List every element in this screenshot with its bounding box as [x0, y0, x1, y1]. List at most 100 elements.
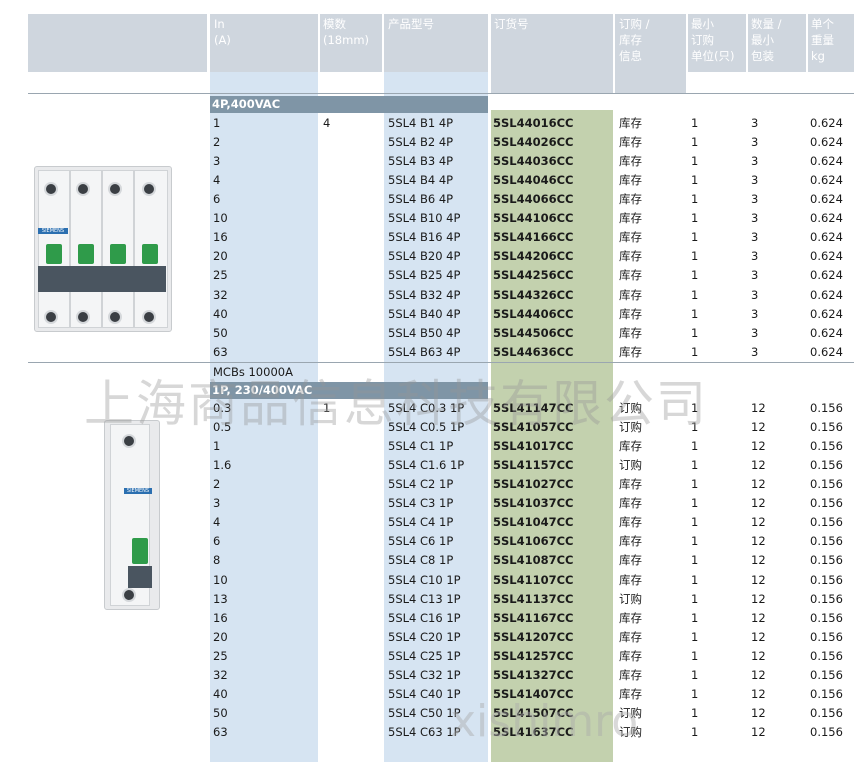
- cell-order-no: 5SL41157CC: [493, 458, 574, 473]
- cell-min-unit: 1: [691, 477, 699, 492]
- cell-in: 25: [213, 648, 228, 663]
- cell-status: 库存: [619, 686, 642, 701]
- cell-model: 5SL4 C4 1P: [388, 515, 454, 530]
- cell-in: 10: [213, 572, 228, 587]
- cell-weight: 0.156: [810, 439, 843, 454]
- cell-min-unit: 1: [691, 648, 699, 663]
- cell-weight: 0.624: [810, 192, 843, 207]
- cell-status: 订购: [619, 705, 642, 720]
- cell-min-unit: 1: [691, 610, 699, 625]
- cell-order-no: 5SL41167CC: [493, 610, 574, 625]
- cell-in: 0.5: [213, 420, 232, 435]
- cell-weight: 0.156: [810, 686, 843, 701]
- cell-in: 8: [213, 553, 221, 568]
- cell-min-unit: 1: [691, 705, 699, 720]
- siemens-brand-label-1p: SIEMENS: [124, 488, 152, 494]
- cell-weight: 0.156: [810, 401, 843, 415]
- cell-weight: 0.624: [810, 249, 843, 264]
- cell-min-unit: 1: [691, 116, 699, 130]
- cell-qty: 3: [751, 173, 759, 188]
- cell-order-no: 5SL41207CC: [493, 629, 574, 644]
- breaker-1p-image: SIEMENS: [104, 420, 160, 610]
- cell-min-unit: 1: [691, 496, 699, 511]
- cell-model: 5SL4 B16 4P: [388, 230, 461, 245]
- cell-status: 库存: [619, 211, 642, 226]
- cell-status: 库存: [619, 667, 642, 682]
- cell-modules: 4: [323, 116, 331, 130]
- cell-status: 库存: [619, 325, 642, 340]
- cell-order-no: 5SL44036CC: [493, 154, 574, 169]
- cell-in: 4: [213, 515, 221, 530]
- cell-min-unit: 1: [691, 249, 699, 264]
- cell-in: 32: [213, 667, 228, 682]
- cell-in: 4: [213, 173, 221, 188]
- cell-weight: 0.624: [810, 116, 843, 130]
- cell-qty: 12: [751, 401, 766, 415]
- cell-qty: 3: [751, 249, 759, 264]
- cell-model: 5SL4 C1 1P: [388, 439, 454, 454]
- cell-status: 库存: [619, 135, 642, 150]
- header-modules: 模数 (18mm): [323, 17, 370, 47]
- cell-order-no: 5SL44026CC: [493, 135, 574, 150]
- cell-in: 13: [213, 591, 228, 606]
- cell-qty: 12: [751, 515, 766, 530]
- cell-status: 库存: [619, 116, 642, 130]
- cell-model: 5SL4 C63 1P: [388, 724, 461, 739]
- cell-model: 5SL4 B63 4P: [388, 344, 461, 359]
- cell-status: 库存: [619, 477, 642, 492]
- cell-qty: 12: [751, 458, 766, 473]
- cell-in: 2: [213, 477, 221, 492]
- header-min-unit: 最小 订购 单位(只): [691, 17, 735, 63]
- cell-weight: 0.156: [810, 477, 843, 492]
- cell-model: 5SL4 B1 4P: [388, 116, 454, 130]
- header-order-no: 订货号: [494, 17, 529, 31]
- cell-status: 库存: [619, 629, 642, 644]
- cell-order-no: 5SL44206CC: [493, 249, 574, 264]
- cell-weight: 0.156: [810, 629, 843, 644]
- cell-min-unit: 1: [691, 401, 699, 415]
- cell-status: 库存: [619, 344, 642, 359]
- cell-qty: 3: [751, 211, 759, 226]
- cell-in: 3: [213, 154, 221, 169]
- cell-order-no: 5SL41027CC: [493, 477, 574, 492]
- cell-min-unit: 1: [691, 686, 699, 701]
- section-bar-4p: 4P,400VAC: [210, 96, 488, 113]
- cell-qty: 12: [751, 648, 766, 663]
- header-qty: 数量 / 最小 包装: [751, 17, 782, 63]
- cell-in: 0.3: [213, 401, 232, 415]
- cell-status: 库存: [619, 572, 642, 587]
- cell-weight: 0.624: [810, 306, 843, 321]
- cell-min-unit: 1: [691, 325, 699, 340]
- cell-in: 20: [213, 249, 228, 264]
- cell-in: 1: [213, 439, 221, 454]
- cell-order-no: 5SL44406CC: [493, 306, 574, 321]
- header-bg-image-col: [28, 14, 207, 72]
- cell-min-unit: 1: [691, 306, 699, 321]
- section-rule-middle: [28, 362, 854, 363]
- cell-qty: 12: [751, 553, 766, 568]
- cell-weight: 0.156: [810, 572, 843, 587]
- cell-in: 50: [213, 705, 228, 720]
- cell-min-unit: 1: [691, 154, 699, 169]
- cell-qty: 3: [751, 135, 759, 150]
- cell-model: 5SL4 B6 4P: [388, 192, 454, 207]
- cell-order-no: 5SL41047CC: [493, 515, 574, 530]
- cell-order-no: 5SL41637CC: [493, 724, 574, 739]
- cell-model: 5SL4 C20 1P: [388, 629, 461, 644]
- cell-modules: 1: [323, 401, 331, 415]
- cell-model: 5SL4 C8 1P: [388, 553, 454, 568]
- cell-qty: 3: [751, 154, 759, 169]
- cell-qty: 3: [751, 325, 759, 340]
- siemens-brand-label: SIEMENS: [38, 228, 68, 234]
- cell-status: 库存: [619, 648, 642, 663]
- cell-weight: 0.624: [810, 135, 843, 150]
- cell-status: 库存: [619, 268, 642, 283]
- cell-min-unit: 1: [691, 211, 699, 226]
- cell-order-no: 5SL44256CC: [493, 268, 574, 283]
- cell-model: 5SL4 B20 4P: [388, 249, 461, 264]
- cell-weight: 0.156: [810, 458, 843, 473]
- cell-model: 5SL4 B3 4P: [388, 154, 454, 169]
- cell-order-no: 5SL41257CC: [493, 648, 574, 663]
- cell-weight: 0.156: [810, 705, 843, 720]
- cell-weight: 0.156: [810, 534, 843, 549]
